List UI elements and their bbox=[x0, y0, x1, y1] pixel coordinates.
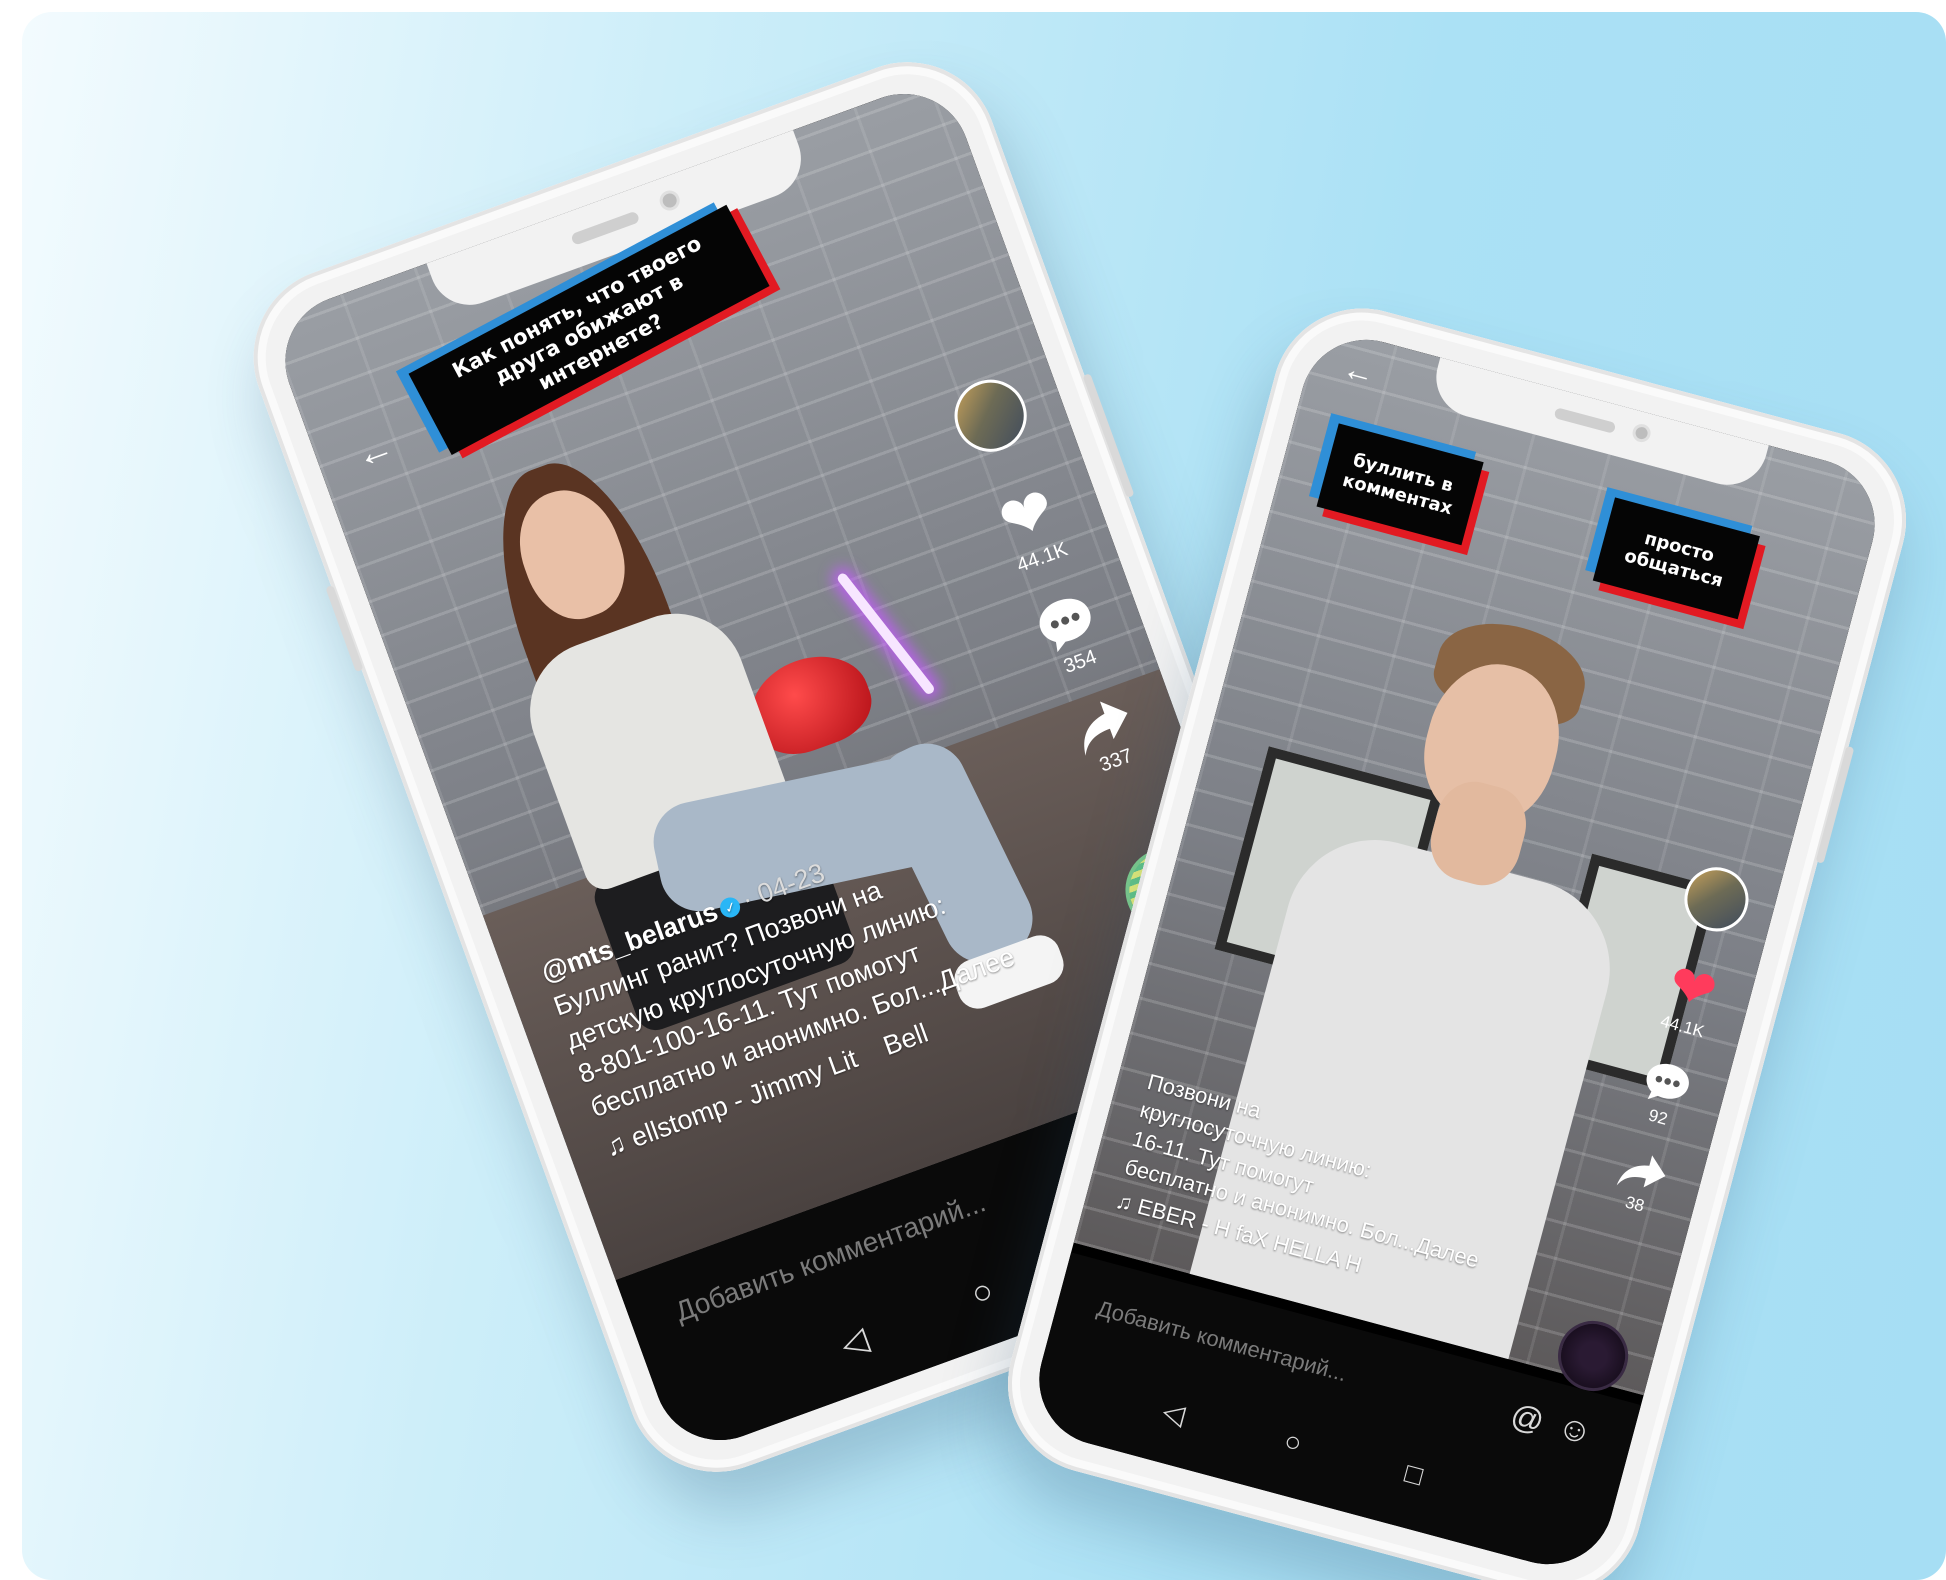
promo-background: ← Как понять, что твоего друга обижают в… bbox=[22, 12, 1946, 1580]
mention-at-icon[interactable]: @ bbox=[1507, 1397, 1548, 1441]
front-camera bbox=[1630, 422, 1653, 445]
comment-icon[interactable] bbox=[1637, 1055, 1697, 1112]
nav-back-icon[interactable]: ◁ bbox=[1159, 1394, 1188, 1431]
nav-home-icon[interactable]: ○ bbox=[966, 1271, 999, 1315]
volume-button bbox=[325, 584, 364, 673]
speaker bbox=[1553, 407, 1617, 434]
share-icon[interactable] bbox=[1615, 1146, 1672, 1199]
nav-home-icon[interactable]: ○ bbox=[1281, 1425, 1305, 1460]
nav-recent-icon[interactable]: □ bbox=[1401, 1457, 1426, 1492]
speaker bbox=[570, 210, 641, 246]
front-camera bbox=[656, 187, 683, 214]
verified-badge-icon: ✓ bbox=[717, 894, 744, 921]
nav-back-icon[interactable]: ◁ bbox=[835, 1319, 874, 1366]
comment-input[interactable]: Добавить комментарий... bbox=[1094, 1296, 1349, 1388]
emoji-icon[interactable]: ☺ bbox=[1553, 1407, 1596, 1454]
power-button bbox=[1815, 745, 1855, 864]
heart-icon[interactable]: ❤ bbox=[1662, 951, 1724, 1024]
comments-count: 92 bbox=[1646, 1105, 1670, 1129]
right-screen: ← буллить в комментах просто общаться ❤ … bbox=[1024, 325, 1890, 1579]
